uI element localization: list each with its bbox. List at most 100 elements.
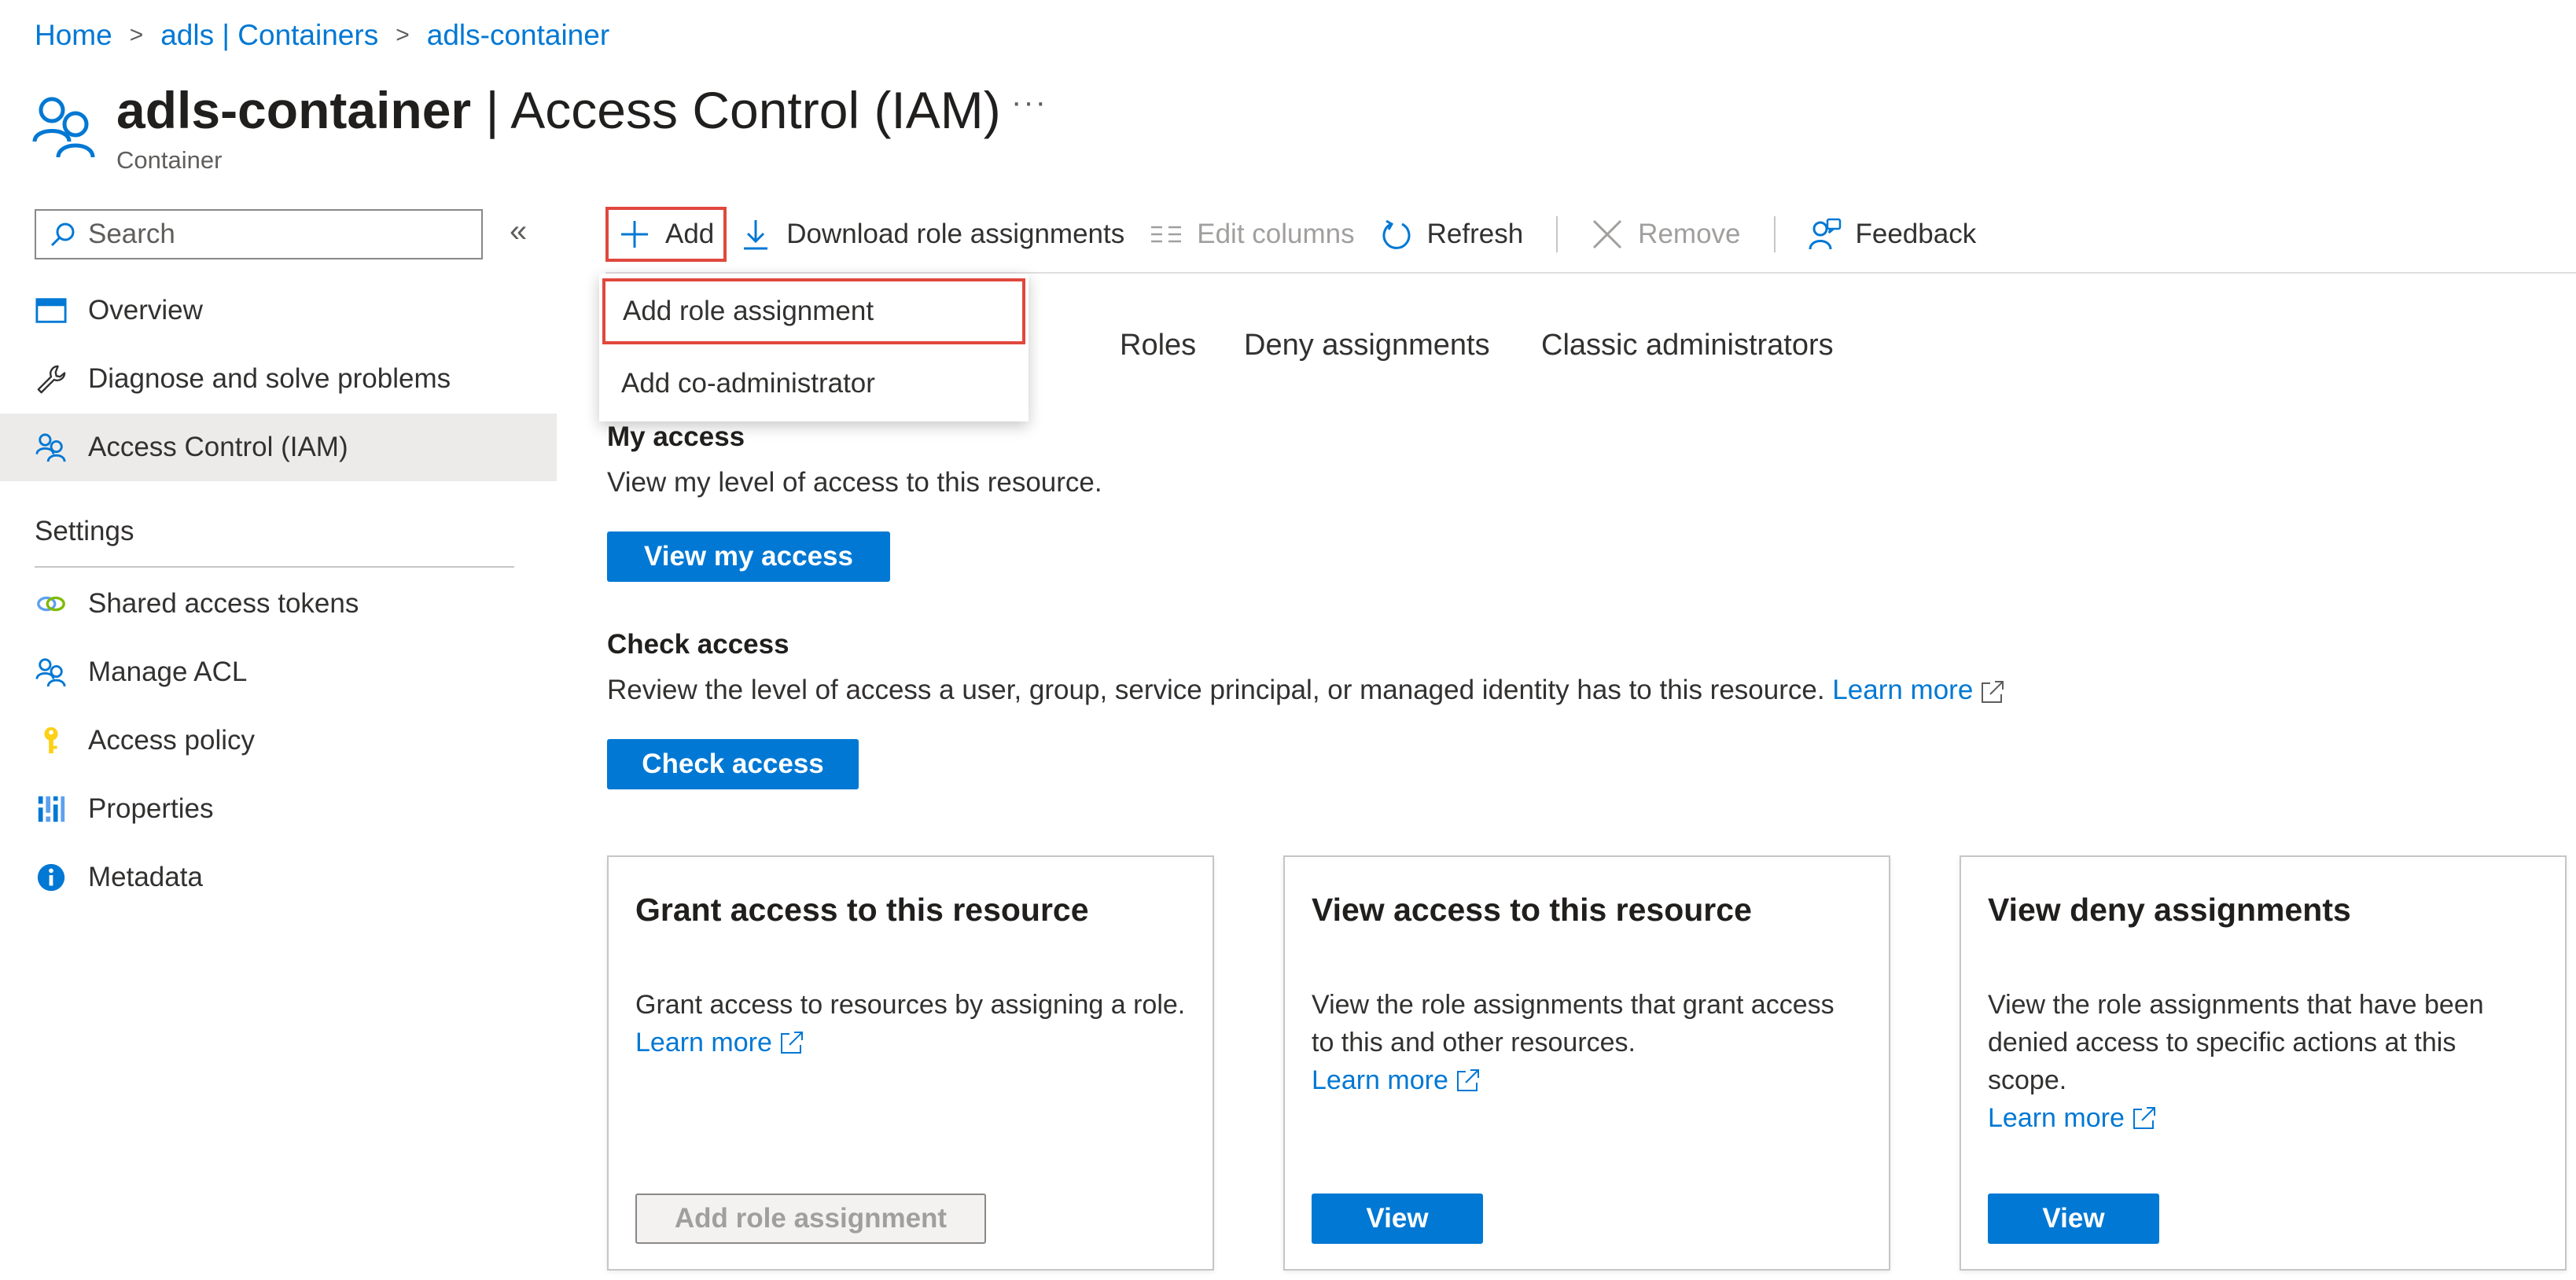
sidebar-item-label: Overview bbox=[88, 295, 203, 326]
sidebar-item-access-policy[interactable]: Access policy bbox=[0, 707, 557, 774]
view-deny-assignments-button[interactable]: View bbox=[1988, 1194, 2159, 1244]
download-role-assignments-button[interactable]: Download role assignments bbox=[727, 206, 1137, 263]
learn-more-label: Learn more bbox=[635, 1028, 772, 1057]
sidebar-item-properties[interactable]: Properties bbox=[0, 775, 557, 843]
refresh-label: Refresh bbox=[1426, 219, 1524, 249]
sidebar-item-access-control[interactable]: Access Control (IAM) bbox=[0, 414, 557, 481]
refresh-icon bbox=[1382, 219, 1411, 249]
card-title: Grant access to this resource bbox=[635, 892, 1089, 928]
external-link-icon bbox=[780, 1032, 803, 1054]
people-icon bbox=[35, 656, 68, 689]
chevron-right-icon: > bbox=[396, 22, 410, 48]
info-icon bbox=[35, 861, 68, 894]
divider bbox=[35, 566, 514, 568]
page-title-resource: adls-container bbox=[116, 81, 472, 139]
breadcrumb-container[interactable]: adls-container bbox=[427, 19, 609, 52]
add-menu: Add role assignment Add co-administrator bbox=[599, 274, 1029, 421]
card-description: View the role assignments that grant acc… bbox=[1312, 986, 1862, 1099]
edit-columns-label: Edit columns bbox=[1197, 219, 1355, 249]
settings-heading: Settings bbox=[35, 516, 134, 546]
card-description-text: Grant access to resources by assigning a… bbox=[635, 990, 1186, 1020]
overview-icon bbox=[35, 294, 68, 327]
card-title: View deny assignments bbox=[1988, 892, 2351, 928]
card-description: View the role assignments that have been… bbox=[1988, 986, 2538, 1137]
feedback-icon bbox=[1809, 218, 1841, 250]
learn-more-label: Learn more bbox=[1312, 1065, 1448, 1095]
collapse-sidebar-icon[interactable]: « bbox=[510, 214, 527, 249]
card-view-access: View access to this resource View the ro… bbox=[1283, 855, 1890, 1271]
card-description-text: View the role assignments that have been… bbox=[1988, 990, 2484, 1095]
more-options-icon[interactable]: ··· bbox=[1011, 85, 1047, 120]
add-label: Add bbox=[665, 219, 715, 249]
my-access-description: View my level of access to this resource… bbox=[607, 467, 1102, 498]
toolbar-separator bbox=[1773, 216, 1776, 252]
remove-label: Remove bbox=[1638, 219, 1741, 249]
page-title-section: | Access Control (IAM) bbox=[471, 81, 1001, 139]
page-title: adls-container | Access Control (IAM) bbox=[116, 79, 1001, 142]
add-role-assignment-button[interactable]: Add role assignment bbox=[635, 1194, 986, 1244]
sidebar-item-label: Properties bbox=[88, 793, 214, 824]
feedback-label: Feedback bbox=[1855, 219, 1977, 249]
sidebar-item-label: Access Control (IAM) bbox=[88, 432, 348, 462]
learn-more-label: Learn more bbox=[1988, 1103, 2125, 1133]
chevron-right-icon: > bbox=[129, 22, 144, 48]
link-icon bbox=[35, 587, 68, 620]
download-icon bbox=[744, 220, 768, 250]
close-icon bbox=[1593, 219, 1622, 249]
learn-more-label: Learn more bbox=[1832, 675, 1974, 705]
tab-classic-administrators[interactable]: Classic administrators bbox=[1541, 329, 1834, 362]
command-bar: Add Download role assignments Edit colum… bbox=[605, 206, 1989, 263]
sidebar-item-overview[interactable]: Overview bbox=[0, 277, 557, 344]
sidebar-item-label: Metadata bbox=[88, 862, 203, 892]
check-access-learn-more[interactable]: Learn more bbox=[1832, 675, 2006, 705]
properties-icon bbox=[35, 793, 68, 826]
page-subtitle: Container bbox=[116, 146, 223, 174]
sidebar-item-metadata[interactable]: Metadata bbox=[0, 844, 557, 911]
external-link-icon bbox=[2133, 1107, 2155, 1129]
refresh-button[interactable]: Refresh bbox=[1367, 206, 1536, 263]
my-access-heading: My access bbox=[607, 421, 745, 452]
download-label: Download role assignments bbox=[786, 219, 1125, 249]
card-grant-access: Grant access to this resource Grant acce… bbox=[607, 855, 1214, 1271]
menu-item-add-role-assignment[interactable]: Add role assignment bbox=[602, 278, 1025, 344]
breadcrumb-home[interactable]: Home bbox=[35, 19, 112, 52]
sidebar-item-label: Diagnose and solve problems bbox=[88, 363, 451, 394]
breadcrumb: Home > adls | Containers > adls-containe… bbox=[35, 17, 609, 53]
feedback-button[interactable]: Feedback bbox=[1796, 206, 1989, 263]
sidebar-item-diagnose[interactable]: Diagnose and solve problems bbox=[0, 345, 557, 413]
columns-icon bbox=[1151, 226, 1182, 243]
view-my-access-button[interactable]: View my access bbox=[607, 531, 890, 582]
wrench-icon bbox=[35, 362, 68, 395]
card-description: Grant access to resources by assigning a… bbox=[635, 986, 1186, 1061]
card-learn-more[interactable]: Learn more bbox=[1988, 1099, 2158, 1137]
sidebar-search[interactable] bbox=[35, 209, 483, 259]
sidebar-item-label: Access policy bbox=[88, 725, 256, 756]
add-button[interactable]: Add bbox=[605, 207, 727, 262]
breadcrumb-containers[interactable]: adls | Containers bbox=[160, 19, 378, 52]
people-icon bbox=[31, 93, 98, 162]
remove-button[interactable]: Remove bbox=[1578, 206, 1753, 263]
check-access-heading: Check access bbox=[607, 629, 789, 660]
card-description-text: View the role assignments that grant acc… bbox=[1312, 990, 1834, 1057]
check-access-text: Review the level of access a user, group… bbox=[607, 675, 1825, 705]
card-learn-more[interactable]: Learn more bbox=[635, 1024, 805, 1061]
sidebar-item-label: Manage ACL bbox=[88, 657, 248, 687]
sidebar-item-manage-acl[interactable]: Manage ACL bbox=[0, 638, 557, 706]
sidebar-item-shared-access-tokens[interactable]: Shared access tokens bbox=[0, 570, 557, 638]
tab-deny-assignments[interactable]: Deny assignments bbox=[1244, 329, 1490, 362]
search-icon bbox=[50, 223, 75, 247]
tab-roles[interactable]: Roles bbox=[1120, 329, 1196, 362]
search-input[interactable] bbox=[88, 219, 466, 250]
card-learn-more[interactable]: Learn more bbox=[1312, 1061, 1481, 1099]
external-link-icon bbox=[1456, 1069, 1479, 1091]
check-access-description: Review the level of access a user, group… bbox=[607, 675, 2006, 706]
people-icon bbox=[35, 431, 68, 464]
check-access-button[interactable]: Check access bbox=[607, 739, 859, 789]
view-access-button[interactable]: View bbox=[1312, 1194, 1483, 1244]
sidebar-item-label: Shared access tokens bbox=[88, 588, 359, 619]
menu-item-add-co-administrator[interactable]: Add co-administrator bbox=[599, 351, 1029, 417]
external-link-icon bbox=[1982, 680, 2004, 703]
edit-columns-button[interactable]: Edit columns bbox=[1137, 206, 1367, 263]
plus-icon bbox=[621, 221, 648, 248]
key-icon bbox=[35, 724, 68, 757]
